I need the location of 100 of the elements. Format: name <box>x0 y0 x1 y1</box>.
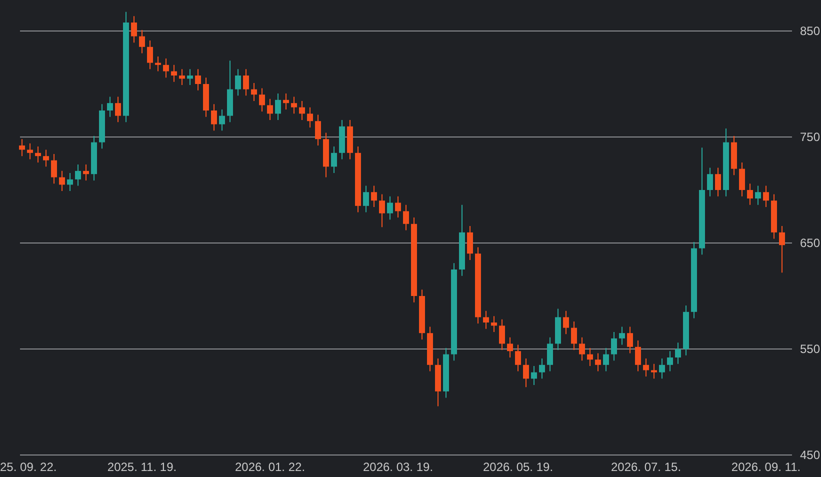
candlestick <box>219 108 225 132</box>
x-axis-label: 2026. 07. 15. <box>610 460 682 474</box>
candlestick <box>363 185 369 213</box>
x-axis-label: 2026. 09. 11. <box>731 460 801 474</box>
candlestick <box>491 316 497 333</box>
candlestick <box>731 135 737 176</box>
candlestick <box>251 82 257 102</box>
candlestick <box>283 93 289 110</box>
candlestick <box>627 326 633 354</box>
candlestick <box>131 16 137 44</box>
candlestick <box>707 167 713 197</box>
candlestick <box>419 289 425 340</box>
candlestick <box>443 347 449 398</box>
candlestick <box>427 326 433 372</box>
x-axis-label: 2026. 03. 19. <box>362 460 434 474</box>
candlestick <box>315 114 321 146</box>
candlestick <box>347 120 353 160</box>
candlestick <box>483 310 489 330</box>
candlestick <box>675 342 681 364</box>
candlestick <box>115 96 121 123</box>
candlestick <box>331 146 337 174</box>
candlestick <box>155 56 161 72</box>
candlestick <box>395 196 401 218</box>
candlestick <box>91 135 97 181</box>
candlestick <box>771 194 777 240</box>
candlestick <box>379 194 385 228</box>
candlestick <box>587 347 593 366</box>
candlestick <box>59 170 65 192</box>
candlestick <box>211 104 217 132</box>
candlestick <box>203 77 209 118</box>
candlestick <box>339 120 345 160</box>
candlestick <box>747 183 753 206</box>
candlestick <box>555 308 561 351</box>
candlestick <box>299 100 305 121</box>
candlestick <box>603 347 609 372</box>
candlestick <box>547 336 553 372</box>
candlestick <box>355 146 361 213</box>
candlestick <box>243 68 249 96</box>
candlestick <box>467 226 473 260</box>
candlestick <box>667 350 673 372</box>
candlestick <box>651 363 657 380</box>
candlestick <box>643 358 649 378</box>
candlestick <box>571 320 577 351</box>
candlestick <box>611 332 617 362</box>
candlestick <box>195 68 201 91</box>
candlestick <box>371 185 377 208</box>
candlestick <box>267 98 273 121</box>
candlestick <box>163 58 169 78</box>
candlestick <box>435 358 441 407</box>
candlestick <box>763 185 769 208</box>
candlestick <box>67 172 73 192</box>
candlestick <box>507 336 513 358</box>
candlestick <box>19 138 25 157</box>
candlestick <box>683 305 689 356</box>
y-axis-label: 450 <box>800 448 820 462</box>
candlestick <box>531 365 537 386</box>
x-axis-label: 2026. 05. 19. <box>482 460 554 474</box>
candlestick <box>307 106 313 128</box>
x-axis-label: 25. 09. 22. <box>0 460 57 474</box>
candlestick <box>515 344 521 372</box>
candlestick <box>51 153 57 184</box>
candlestick <box>563 310 569 335</box>
candlestick <box>27 142 33 160</box>
candlestick <box>291 96 297 114</box>
candlestick <box>499 318 505 351</box>
y-axis-label: 850 <box>800 24 820 38</box>
candlestick <box>387 196 393 220</box>
candlestick <box>187 68 193 86</box>
candlestick <box>99 104 105 150</box>
candlestick <box>35 146 41 163</box>
candlestick <box>619 326 625 346</box>
candlestick <box>755 185 761 206</box>
candlestick <box>275 93 281 121</box>
candlestick <box>107 96 113 118</box>
candlestick <box>595 352 601 372</box>
candlestick <box>43 149 49 168</box>
candlestick <box>523 358 529 388</box>
y-axis-label: 550 <box>800 342 820 356</box>
candlestick <box>739 162 745 197</box>
candlestick <box>139 29 145 54</box>
candlestick <box>227 60 233 123</box>
candlestick <box>635 340 641 372</box>
candlestick <box>715 167 721 197</box>
candlestick <box>539 358 545 380</box>
candlestick <box>779 226 785 274</box>
y-axis-label: 750 <box>800 130 820 144</box>
x-axis-label: 2026. 01. 22. <box>234 460 306 474</box>
x-axis-label: 2025. 11. 19. <box>107 460 177 474</box>
candlestick <box>659 358 665 380</box>
candlestick <box>323 132 329 178</box>
candlestick <box>723 128 729 197</box>
candlestick <box>259 88 265 112</box>
candlestick <box>579 336 585 362</box>
candlestick <box>83 164 89 181</box>
y-axis-label: 650 <box>800 236 820 250</box>
candlestick <box>403 204 409 231</box>
candlestick <box>235 68 241 96</box>
candlestick <box>75 164 81 186</box>
candlestick <box>179 68 185 86</box>
candlestick <box>147 40 153 70</box>
